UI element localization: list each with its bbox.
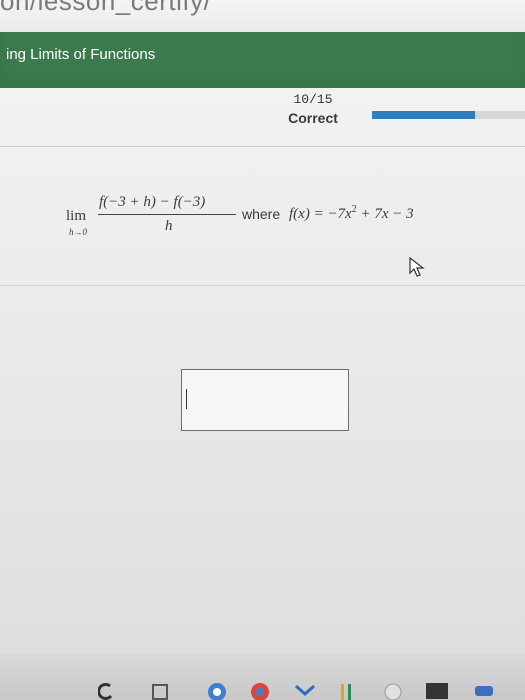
calculator-icon[interactable] xyxy=(425,682,449,700)
chrome-icon[interactable] xyxy=(250,682,270,700)
text-caret xyxy=(186,389,187,409)
fraction-denominator: h xyxy=(165,218,173,234)
limit-subscript: h→0 xyxy=(69,227,87,237)
function-lhs: f(x) = −7x xyxy=(289,206,352,222)
maps-icon[interactable] xyxy=(338,682,356,700)
function-rhs: + 7x − 3 xyxy=(356,206,414,222)
progress-bar-fill xyxy=(372,111,475,119)
zoom-icon[interactable] xyxy=(474,682,494,698)
refresh-icon[interactable] xyxy=(98,682,114,700)
problem-statement: lim h→0 f(−3 + h) − f(−3) h where f(x) =… xyxy=(66,194,506,240)
lesson-header: ing Limits of Functions xyxy=(0,32,525,88)
music-icon[interactable] xyxy=(384,682,402,700)
mail-icon[interactable] xyxy=(294,682,316,700)
mouse-pointer-icon xyxy=(409,256,425,277)
divider xyxy=(0,146,525,147)
progress-count: 10/15 xyxy=(293,92,333,107)
limit-operator: lim xyxy=(66,208,87,224)
progress-indicator: 10/15 Correct xyxy=(282,92,344,126)
url-fragment[interactable]: on/lesson_certify/ xyxy=(0,0,211,17)
chrome-icon[interactable] xyxy=(207,682,227,700)
where-label: where xyxy=(242,206,281,222)
browser-address-strip: on/lesson_certify/ xyxy=(0,0,525,32)
fraction-numerator: f(−3 + h) − f(−3) xyxy=(99,194,206,210)
files-icon[interactable] xyxy=(152,682,172,700)
lesson-title: ing Limits of Functions xyxy=(6,46,156,63)
answer-input[interactable] xyxy=(181,369,349,431)
progress-bar xyxy=(372,111,525,119)
taskbar xyxy=(0,654,525,700)
divider xyxy=(0,285,525,286)
function-definition: f(x) = −7x2 + 7x − 3 xyxy=(289,204,414,223)
fraction-bar xyxy=(98,214,236,215)
progress-status: Correct xyxy=(288,110,338,126)
